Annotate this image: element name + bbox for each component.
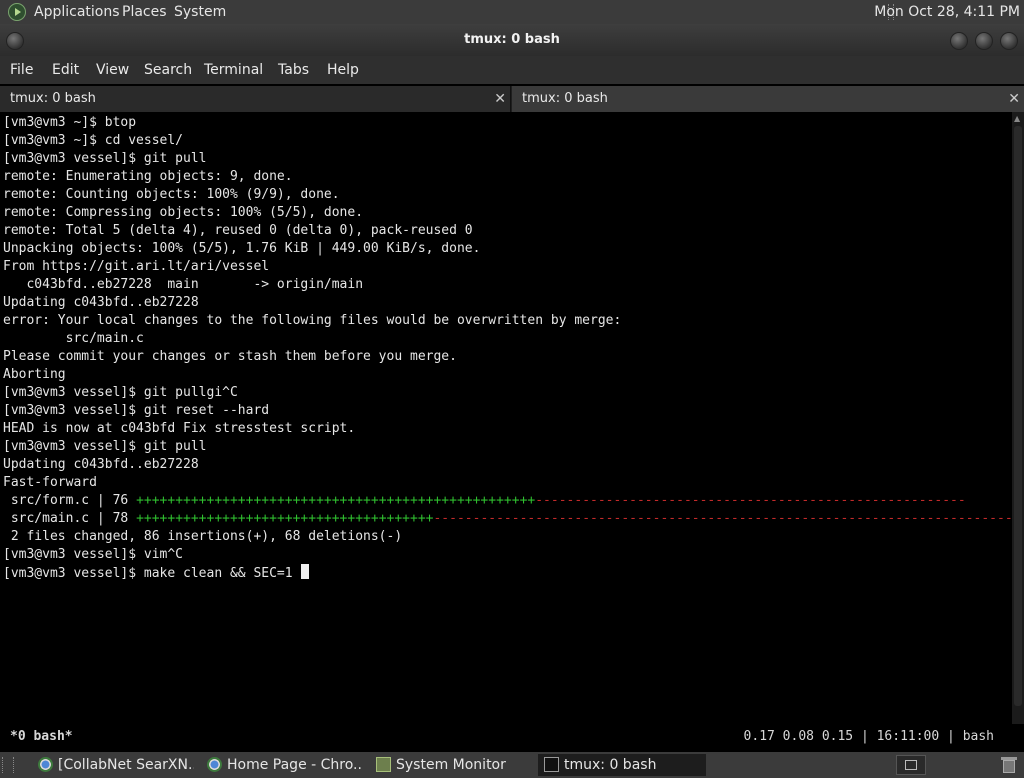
- terminal-prompt: [vm3@vm3 vessel]$ make clean && SEC=1: [3, 566, 301, 581]
- terminal-line: Fast-forward: [3, 475, 97, 490]
- menu-tabs[interactable]: Tabs: [278, 56, 309, 84]
- panel-handle: [2, 757, 14, 773]
- terminal-line: c043bfd..eb27228 main -> origin/main: [3, 277, 364, 292]
- taskbar-item-label: System Monitor: [396, 757, 506, 773]
- desktop-icon: [905, 760, 917, 770]
- menu-file[interactable]: File: [10, 56, 33, 84]
- terminal-output: [vm3@vm3 ~]$ btop [vm3@vm3 ~]$ cd vessel/…: [3, 114, 1012, 582]
- bottom-panel: [CollabNet SearXN... Home Page - Chro...…: [0, 752, 1024, 778]
- diffstat-file: src/main.c | 78: [3, 511, 137, 526]
- terminal-scrollbar[interactable]: ▲: [1012, 112, 1024, 724]
- tmux-status-right: 0.17 0.08 0.15 | 16:11:00 | bash: [743, 729, 994, 744]
- top-panel: Applications Places System Mon Oct 28, 4…: [0, 0, 1024, 24]
- terminal-line: error: Your local changes to the followi…: [3, 313, 622, 328]
- window-titlebar[interactable]: tmux: 0 bash: [0, 24, 1024, 56]
- taskbar-item-home-page[interactable]: Home Page - Chro...: [201, 754, 363, 776]
- tab-2-label: tmux: 0 bash: [522, 91, 608, 106]
- menu-terminal[interactable]: Terminal: [204, 56, 263, 84]
- diffstat-line: src/main.c | 78 ++++++++++++++++++++++++…: [3, 510, 1012, 528]
- diffstat-deletions: ----------------------------------------…: [535, 493, 966, 508]
- terminal-line: [vm3@vm3 vessel]$ git reset --hard: [3, 403, 270, 418]
- menu-help[interactable]: Help: [327, 56, 359, 84]
- diffstat-file: src/form.c | 76: [3, 493, 137, 508]
- terminal-line: remote: Enumerating objects: 9, done.: [3, 169, 293, 184]
- terminal-cursor: [301, 564, 310, 579]
- terminal-line: Updating c043bfd..eb27228: [3, 295, 199, 310]
- taskbar-item-label: [CollabNet SearXN...: [58, 757, 194, 773]
- tmux-status-bar: *0 bash* 0.17 0.08 0.15 | 16:11:00 | bas…: [0, 724, 1012, 752]
- terminal-line: Unpacking objects: 100% (5/5), 1.76 KiB …: [3, 241, 481, 256]
- diffstat-deletions: ----------------------------------------…: [433, 511, 1012, 526]
- terminal-line: [vm3@vm3 vessel]$ git pullgi^C: [3, 385, 238, 400]
- close-button[interactable]: [1000, 32, 1018, 50]
- window-title: tmux: 0 bash: [464, 32, 560, 47]
- diffstat-insertions: ++++++++++++++++++++++++++++++++++++++++…: [136, 493, 536, 508]
- chrome-icon: [38, 757, 53, 772]
- system-monitor-icon: [376, 757, 391, 772]
- menu-view[interactable]: View: [96, 56, 129, 84]
- terminal-line: Aborting: [3, 367, 66, 382]
- places-menu[interactable]: Places: [122, 0, 167, 24]
- terminal-prompt-line[interactable]: [vm3@vm3 vessel]$ make clean && SEC=1: [3, 564, 1012, 582]
- terminal-line: [vm3@vm3 ~]$ cd vessel/: [3, 133, 184, 148]
- tab-1[interactable]: tmux: 0 bash ✕: [0, 86, 511, 112]
- clock[interactable]: Mon Oct 28, 4:11 PM: [874, 0, 1020, 24]
- taskbar-item-label: Home Page - Chro...: [227, 757, 363, 773]
- taskbar-item-system-monitor[interactable]: System Monitor: [370, 754, 532, 776]
- tab-bar: tmux: 0 bash ✕ tmux: 0 bash ✕: [0, 86, 1024, 112]
- terminal-area[interactable]: [vm3@vm3 ~]$ btop [vm3@vm3 ~]$ cd vessel/…: [0, 112, 1012, 724]
- tab-2-close-icon[interactable]: ✕: [1008, 86, 1020, 112]
- terminal-line: remote: Total 5 (delta 4), reused 0 (del…: [3, 223, 473, 238]
- tmux-window-list: *0 bash*: [10, 729, 73, 744]
- chrome-icon: [207, 757, 222, 772]
- menu-bar: File Edit View Search Terminal Tabs Help: [0, 56, 1024, 84]
- terminal-line: Please commit your changes or stash them…: [3, 349, 457, 364]
- terminal-icon: [544, 757, 559, 772]
- terminal-line: remote: Counting objects: 100% (9/9), do…: [3, 187, 340, 202]
- tab-2[interactable]: tmux: 0 bash ✕: [512, 86, 1024, 112]
- terminal-line: Updating c043bfd..eb27228: [3, 457, 199, 472]
- tab-1-label: tmux: 0 bash: [10, 91, 96, 106]
- diffstat-insertions: ++++++++++++++++++++++++++++++++++++++: [136, 511, 434, 526]
- gnome-foot-icon[interactable]: [8, 3, 26, 21]
- taskbar-item-terminal[interactable]: tmux: 0 bash: [538, 754, 706, 776]
- show-desktop-button[interactable]: [896, 755, 926, 775]
- terminal-line: 2 files changed, 86 insertions(+), 68 de…: [3, 529, 403, 544]
- diffstat-line: src/form.c | 76 ++++++++++++++++++++++++…: [3, 492, 1012, 510]
- terminal-line: [vm3@vm3 vessel]$ vim^C: [3, 547, 184, 562]
- maximize-button[interactable]: [975, 32, 993, 50]
- tab-1-close-icon[interactable]: ✕: [494, 86, 506, 112]
- menu-search[interactable]: Search: [144, 56, 192, 84]
- terminal-line: [vm3@vm3 vessel]$ git pull: [3, 439, 207, 454]
- system-menu[interactable]: System: [174, 0, 226, 24]
- terminal-line: src/main.c: [3, 331, 144, 346]
- terminal-line: [vm3@vm3 vessel]$ git pull: [3, 151, 207, 166]
- taskbar-item-label: tmux: 0 bash: [564, 757, 657, 773]
- menu-edit[interactable]: Edit: [52, 56, 79, 84]
- taskbar-item-searxng[interactable]: [CollabNet SearXN...: [32, 754, 194, 776]
- terminal-line: HEAD is now at c043bfd Fix stresstest sc…: [3, 421, 356, 436]
- terminal-line: remote: Compressing objects: 100% (5/5),…: [3, 205, 364, 220]
- terminal-line: [vm3@vm3 ~]$ btop: [3, 115, 137, 130]
- minimize-button[interactable]: [950, 32, 968, 50]
- trash-button[interactable]: [1000, 755, 1018, 775]
- applications-menu[interactable]: Applications: [34, 0, 120, 24]
- scroll-up-icon[interactable]: ▲: [1014, 114, 1020, 123]
- terminal-line: From https://git.ari.lt/ari/vessel: [3, 259, 270, 274]
- scrollbar-thumb[interactable]: [1014, 126, 1022, 706]
